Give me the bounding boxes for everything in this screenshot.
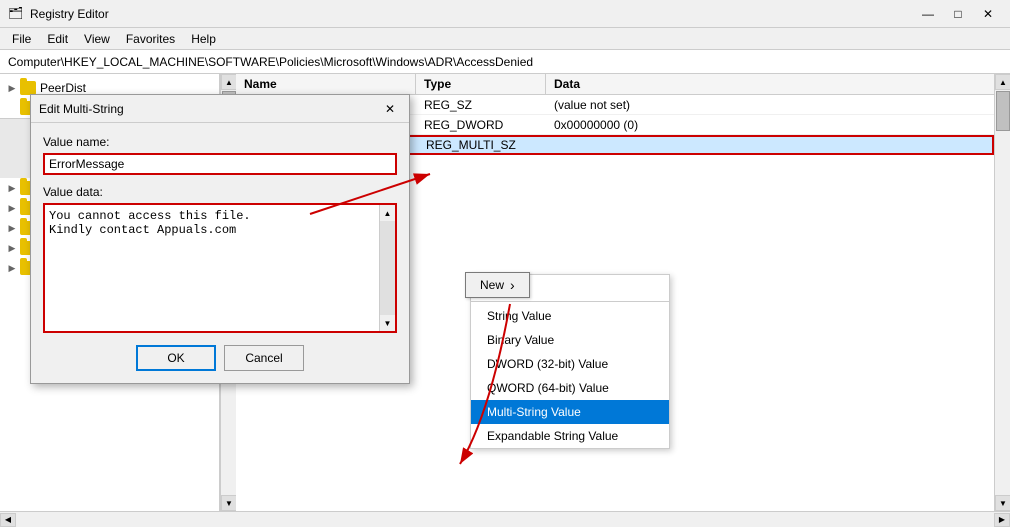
menu-favorites[interactable]: Favorites bbox=[118, 30, 183, 48]
new-label: New bbox=[480, 278, 504, 292]
value-type-default: REG_SZ bbox=[416, 96, 546, 114]
expand-settingsync[interactable]: ▶ bbox=[4, 180, 20, 196]
value-data-textarea[interactable]: You cannot access this file. Kindly cont… bbox=[45, 205, 379, 331]
values-scroll-up[interactable]: ▲ bbox=[995, 74, 1010, 90]
title-bar-left: 🗂 Registry Editor bbox=[8, 6, 109, 22]
textarea-scroll-up[interactable]: ▲ bbox=[381, 205, 395, 221]
scroll-left-arrow[interactable]: ◀ bbox=[0, 513, 16, 527]
title-bar-controls: — □ ✕ bbox=[914, 4, 1002, 24]
menu-file[interactable]: File bbox=[4, 30, 39, 48]
expand-wcmsvc[interactable]: ▶ bbox=[4, 220, 20, 236]
horizontal-scroll-track bbox=[16, 513, 994, 527]
context-menu: Key String Value Binary Value DWORD (32-… bbox=[470, 274, 670, 449]
close-button[interactable]: ✕ bbox=[974, 4, 1002, 24]
scroll-up-arrow[interactable]: ▲ bbox=[221, 74, 237, 90]
minimize-button[interactable]: — bbox=[914, 4, 942, 24]
title-bar: 🗂 Registry Editor — □ ✕ bbox=[0, 0, 1010, 28]
app-title: Registry Editor bbox=[30, 7, 109, 21]
edit-multistring-dialog: Edit Multi-String ✕ Value name: Value da… bbox=[30, 94, 410, 384]
tree-label-peerdist: PeerDist bbox=[40, 81, 86, 95]
dialog-close-button[interactable]: ✕ bbox=[379, 100, 401, 118]
address-path: Computer\HKEY_LOCAL_MACHINE\SOFTWARE\Pol… bbox=[8, 55, 533, 69]
dialog-body: Value name: Value data: You cannot acces… bbox=[31, 123, 409, 383]
maximize-button[interactable]: □ bbox=[944, 4, 972, 24]
scroll-right-arrow[interactable]: ▶ bbox=[994, 513, 1010, 527]
value-data-default: (value not set) bbox=[546, 96, 994, 114]
value-data-enabled: 0x00000000 (0) bbox=[546, 116, 994, 134]
scroll-down-arrow[interactable]: ▼ bbox=[221, 495, 237, 511]
values-scroll-down[interactable]: ▼ bbox=[995, 495, 1010, 511]
menu-view[interactable]: View bbox=[76, 30, 118, 48]
address-bar: Computer\HKEY_LOCAL_MACHINE\SOFTWARE\Pol… bbox=[0, 50, 1010, 74]
expand-repoint[interactable] bbox=[4, 100, 20, 116]
textarea-scroll-track bbox=[380, 221, 395, 315]
values-header: Name Type Data bbox=[236, 74, 994, 95]
value-type-enabled: REG_DWORD bbox=[416, 116, 546, 134]
new-submenu-button[interactable]: New › bbox=[465, 272, 530, 298]
menu-edit[interactable]: Edit bbox=[39, 30, 76, 48]
context-menu-string-value[interactable]: String Value bbox=[471, 304, 669, 328]
value-data-errormessage bbox=[548, 143, 992, 147]
context-menu-qword-value[interactable]: QWORD (64-bit) Value bbox=[471, 376, 669, 400]
dialog-buttons: OK Cancel bbox=[43, 345, 397, 371]
values-scroll-thumb[interactable] bbox=[996, 91, 1010, 131]
menu-help[interactable]: Help bbox=[183, 30, 224, 48]
context-menu-binary-value[interactable]: Binary Value bbox=[471, 328, 669, 352]
new-arrow-icon: › bbox=[510, 277, 515, 293]
context-menu-dword-value[interactable]: DWORD (32-bit) Value bbox=[471, 352, 669, 376]
context-menu-divider-1 bbox=[471, 301, 669, 302]
col-header-data: Data bbox=[546, 74, 994, 94]
main-container: ▶ PeerDist Repoint ▶ SettingSync ▶ Syste… bbox=[0, 74, 1010, 511]
dialog-title: Edit Multi-String bbox=[39, 102, 124, 116]
context-menu-expandable-value[interactable]: Expandable String Value bbox=[471, 424, 669, 448]
col-header-type: Type bbox=[416, 74, 546, 94]
folder-icon-peerdist bbox=[20, 81, 36, 95]
col-header-name: Name bbox=[236, 74, 416, 94]
value-name-label: Value name: bbox=[43, 135, 397, 149]
context-menu-multistring-value[interactable]: Multi-String Value bbox=[471, 400, 669, 424]
value-name-input[interactable] bbox=[43, 153, 397, 175]
bottom-scrollbar[interactable]: ◀ ▶ bbox=[0, 511, 1010, 527]
value-data-container: You cannot access this file. Kindly cont… bbox=[43, 203, 397, 333]
values-scrollbar[interactable]: ▲ ▼ bbox=[994, 74, 1010, 511]
cancel-button[interactable]: Cancel bbox=[224, 345, 304, 371]
textarea-scroll-down[interactable]: ▼ bbox=[381, 315, 395, 331]
app-icon: 🗂 bbox=[8, 6, 24, 22]
expand-windowsupdate[interactable]: ▶ bbox=[4, 240, 20, 256]
ok-button[interactable]: OK bbox=[136, 345, 216, 371]
values-scroll-track bbox=[995, 90, 1010, 495]
value-data-label: Value data: bbox=[43, 185, 397, 199]
value-type-errormessage: REG_MULTI_SZ bbox=[418, 136, 548, 154]
textarea-scrollbar[interactable]: ▲ ▼ bbox=[379, 205, 395, 331]
menu-bar: File Edit View Favorites Help bbox=[0, 28, 1010, 50]
expand-peerdist[interactable]: ▶ bbox=[4, 80, 20, 96]
expand-workplacejoin[interactable]: ▶ bbox=[4, 260, 20, 276]
dialog-title-bar: Edit Multi-String ✕ bbox=[31, 95, 409, 123]
expand-system[interactable]: ▶ bbox=[4, 200, 20, 216]
